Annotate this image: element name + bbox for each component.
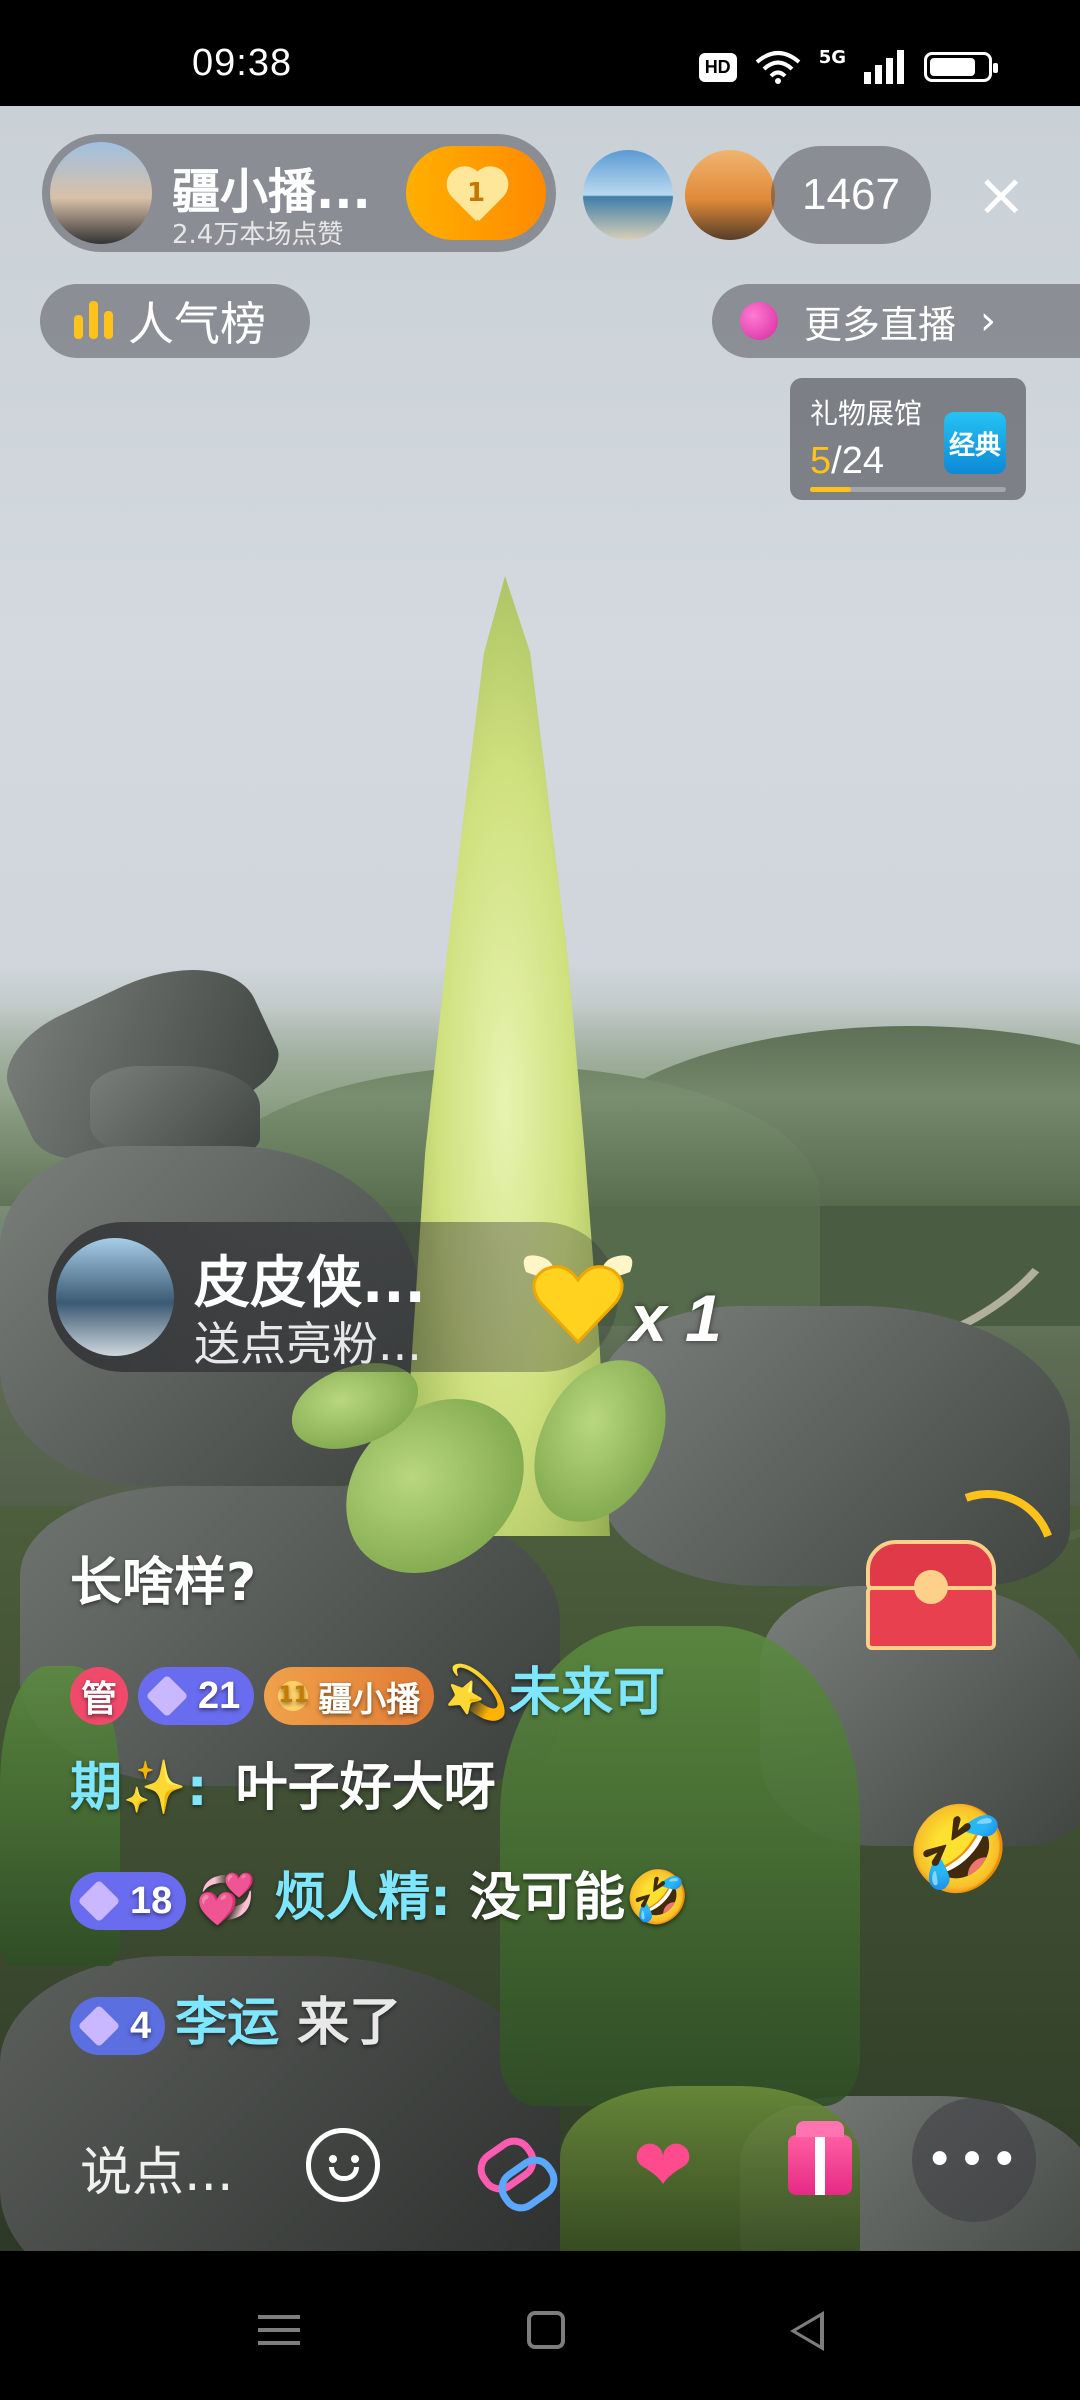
gift-hall-current: 5 xyxy=(810,440,832,482)
chat-message-cont: 期✨: 叶子好大呀 xyxy=(70,1745,496,1820)
planet-icon xyxy=(740,302,778,340)
comment-input[interactable]: 说点... xyxy=(80,2130,234,2205)
fan-club-badge: 11 疆小播 xyxy=(264,1667,435,1725)
gift-action: 送点亮粉... xyxy=(194,1317,422,1371)
gift-hall-title: 礼物展馆 xyxy=(810,397,923,430)
viewer-count[interactable]: 1467 xyxy=(771,146,931,244)
level-diamond-icon xyxy=(77,2004,121,2048)
more-icon[interactable]: ••• xyxy=(912,2098,1036,2222)
sender-avatar[interactable] xyxy=(56,1238,174,1356)
chat-message: 18 💞 烦人精: 没可能🤣 xyxy=(70,1855,690,1930)
chat-text: 没可能🤣 xyxy=(469,1868,690,1928)
popularity-label: 人气榜 xyxy=(128,297,266,351)
popularity-ranking-button[interactable]: 人气榜 xyxy=(40,284,310,358)
laughing-emoji-icon: 🤣 xyxy=(906,1800,1011,1898)
classic-badge-icon: 经典 xyxy=(944,412,1006,474)
chat-username-cont[interactable]: 期✨: xyxy=(70,1758,208,1818)
gift-sender-name: 皮皮侠... xyxy=(194,1251,426,1316)
chat-username[interactable]: 李运 xyxy=(175,1993,279,2053)
level-badge: 21 xyxy=(138,1667,255,1725)
heart-icon[interactable]: ❤ xyxy=(618,2120,708,2210)
gift-icon[interactable] xyxy=(775,2120,865,2210)
live-overlay: 疆小播... 2.4万本场点赞 1 1467 × 人气榜 更多直播 › 礼物展馆… xyxy=(0,0,1080,2400)
chat-message: 长啥样? xyxy=(70,1540,256,1615)
nav-home-icon[interactable] xyxy=(527,2311,565,2349)
heart-gift-icon xyxy=(523,1255,633,1345)
chat-username[interactable]: 💫未来可 xyxy=(444,1663,665,1723)
chat-message: 管 21 11 疆小播 💫未来可 xyxy=(70,1650,665,1725)
chat-username[interactable]: 烦人精: xyxy=(274,1868,451,1928)
smile-icon[interactable] xyxy=(306,2128,380,2202)
host-name[interactable]: 疆小播... xyxy=(172,152,371,222)
nav-back-icon[interactable] xyxy=(790,2311,824,2351)
nav-menu-icon[interactable] xyxy=(258,2315,300,2345)
level-badge: 4 xyxy=(70,1997,166,2055)
more-live-label: 更多直播 xyxy=(804,302,957,347)
decor-emoji: 💞 xyxy=(196,1871,257,1927)
host-avatar[interactable] xyxy=(50,142,152,244)
link-icon[interactable] xyxy=(462,2120,566,2220)
level-diamond-icon xyxy=(145,1674,189,1718)
level-badge: 18 xyxy=(70,1872,187,1930)
gift-hall-progress-fill xyxy=(810,487,852,492)
top-viewer-avatar[interactable] xyxy=(685,150,775,240)
gift-hall-total: /24 xyxy=(831,440,884,482)
close-icon[interactable]: × xyxy=(976,160,1026,230)
gift-multiplier: x 1 xyxy=(630,1281,722,1355)
fan-level-icon: 11 xyxy=(278,1681,309,1711)
chat-text: 来了 xyxy=(297,1993,402,2053)
host-card[interactable]: 疆小播... 2.4万本场点赞 1 xyxy=(42,134,556,252)
gift-hall-progress xyxy=(810,487,1006,492)
follow-level: 1 xyxy=(466,178,486,208)
popularity-bars-icon xyxy=(74,301,114,341)
top-viewer-avatar[interactable] xyxy=(583,150,673,240)
chevron-right-icon: › xyxy=(980,298,997,344)
gift-hall-count: 5/24 xyxy=(810,440,884,483)
follow-button[interactable]: 1 xyxy=(406,146,546,240)
gift-hall-widget[interactable]: 礼物展馆 5/24 经典 xyxy=(790,378,1026,500)
chat-text: 叶子好大呀 xyxy=(235,1758,496,1818)
more-live-button[interactable]: 更多直播 › xyxy=(712,284,1080,358)
chat-message: 4 李运 来了 xyxy=(70,1980,401,2055)
chat-text: 长啥样? xyxy=(70,1553,257,1613)
admin-badge: 管 xyxy=(70,1667,128,1725)
host-likes: 2.4万本场点赞 xyxy=(172,220,344,250)
system-nav-bar xyxy=(0,2251,1080,2400)
level-diamond-icon xyxy=(77,1879,121,1923)
treasure-chest-icon[interactable] xyxy=(866,1540,996,1650)
gift-notification[interactable]: 皮皮侠... 送点亮粉... xyxy=(48,1222,633,1372)
